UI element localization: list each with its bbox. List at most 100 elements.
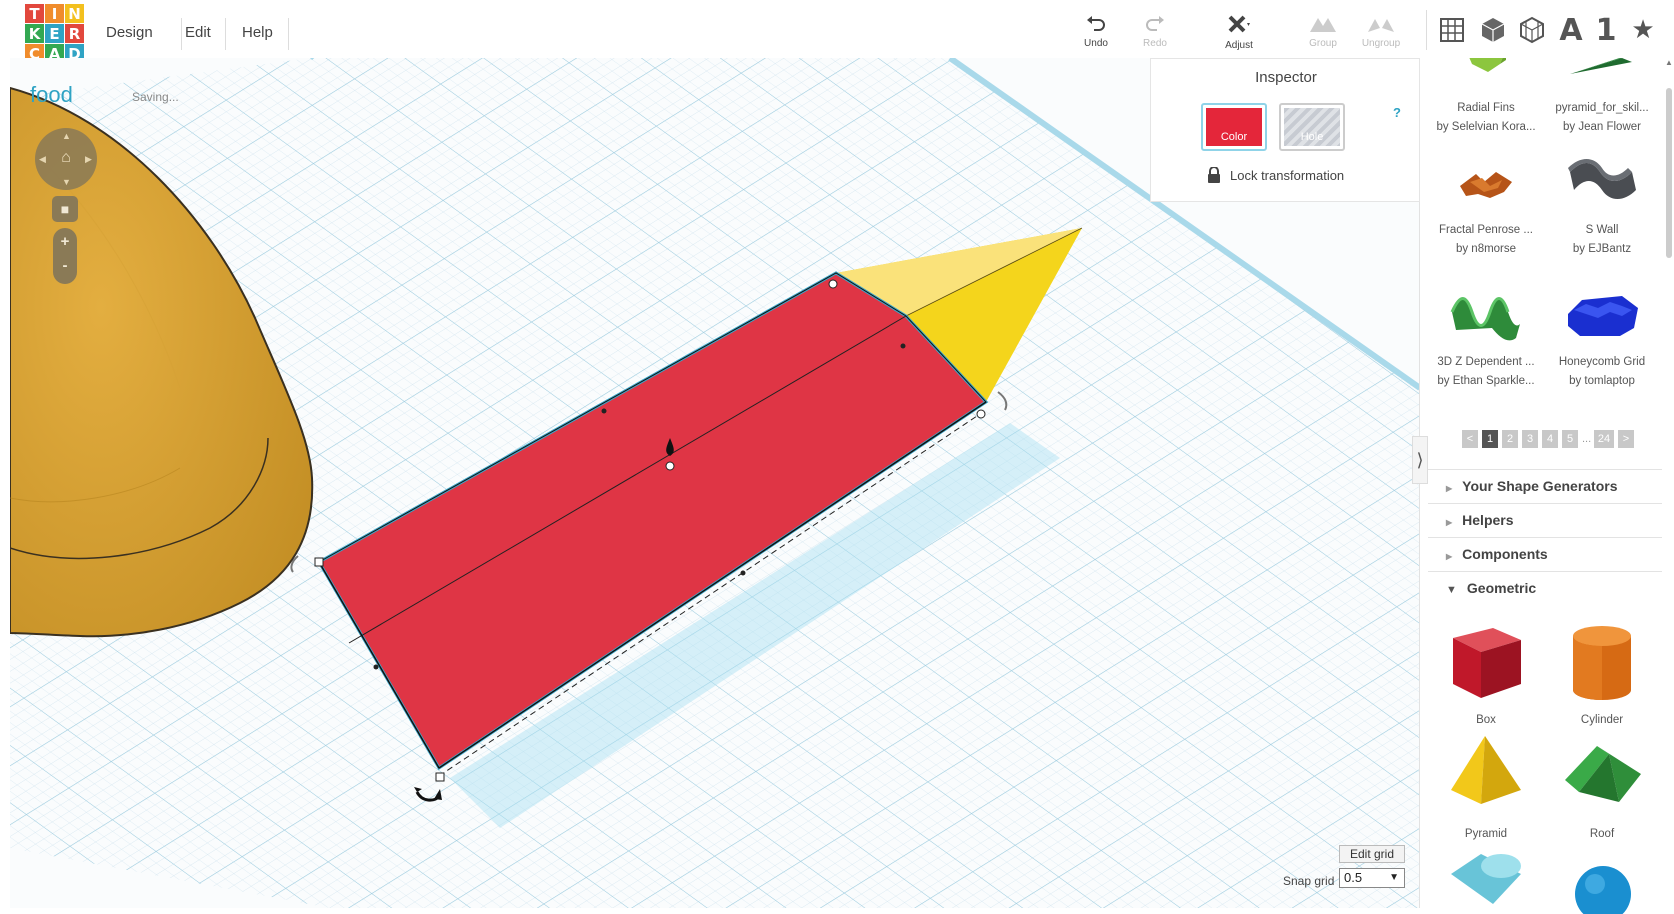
color-swatch[interactable]: Color xyxy=(1201,103,1267,151)
shape-author: by n8morse xyxy=(1455,243,1517,255)
hole-swatch[interactable]: Hole xyxy=(1279,103,1345,151)
shape-name: Roof xyxy=(1589,828,1615,840)
pyramid-thumbnail xyxy=(1451,736,1521,804)
star-icon[interactable]: ★ xyxy=(1627,14,1659,46)
lock-icon xyxy=(1208,167,1220,183)
zoom-in-icon[interactable]: + xyxy=(53,233,77,250)
menu-divider xyxy=(225,18,226,50)
shapes-panel: Radial Fins by Selelvian Kora... pyramid… xyxy=(1428,58,1674,914)
section-shape-generators[interactable]: ▶ Your Shape Generators xyxy=(1428,469,1662,503)
radial-fins-thumbnail xyxy=(1469,58,1506,72)
community-shape-card[interactable]: S Wall by EJBantz xyxy=(1546,152,1658,259)
undo-label: Undo xyxy=(1084,38,1108,49)
number-icon[interactable]: 1 xyxy=(1590,13,1622,48)
adjust-label: Adjust xyxy=(1225,40,1253,51)
ungroup-button[interactable]: Ungroup xyxy=(1355,14,1407,49)
shape-roof[interactable]: Roof xyxy=(1546,728,1658,844)
scroll-up-arrow-icon[interactable]: ▲ xyxy=(1665,58,1673,67)
top-bar: TINKERCAD Design Edit Help Undo Redo Adj… xyxy=(0,0,1674,63)
group-icon xyxy=(1310,18,1336,32)
tinkercad-logo[interactable]: TINKERCAD xyxy=(25,4,85,64)
shape-author: by Jean Flower xyxy=(1563,121,1641,133)
shape-cylinder-hole[interactable] xyxy=(1430,844,1542,914)
s-wall-thumbnail xyxy=(1568,159,1636,199)
shape-name: Fractal Penrose ... xyxy=(1439,224,1533,236)
orbit-control[interactable]: ▲ ▼ ◀ ▶ ⌂ xyxy=(35,128,97,190)
panel-scroll-thumb[interactable] xyxy=(1666,88,1672,258)
community-shape-card[interactable]: Fractal Penrose ... by n8morse xyxy=(1430,152,1542,259)
menu-edit[interactable]: Edit xyxy=(185,24,211,41)
pager-page-button[interactable]: 3 xyxy=(1522,430,1538,448)
shape-box[interactable]: Box xyxy=(1430,614,1542,730)
edit-grid-button[interactable]: Edit grid xyxy=(1339,845,1405,863)
shape-name: pyramid_for_skil... xyxy=(1555,102,1649,114)
logo-letter: T xyxy=(25,4,44,23)
logo-letter: R xyxy=(65,24,84,43)
orbit-left-arrow-icon[interactable]: ◀ xyxy=(39,154,46,165)
shape-sphere[interactable] xyxy=(1546,844,1658,914)
community-shape-card[interactable]: Honeycomb Grid by tomlaptop xyxy=(1546,284,1658,391)
section-geometric[interactable]: ▼ Geometric xyxy=(1428,571,1662,605)
pager-prev-button[interactable]: < xyxy=(1462,430,1478,448)
group-button[interactable]: Group xyxy=(1297,14,1349,49)
roof-thumbnail xyxy=(1565,746,1641,802)
zoom-control[interactable]: + - xyxy=(53,228,77,284)
section-helpers[interactable]: ▶ Helpers xyxy=(1428,503,1662,537)
pager-page-button[interactable]: 4 xyxy=(1542,430,1558,448)
undo-icon xyxy=(1087,16,1105,31)
snap-grid-select[interactable]: 0.5 ▼ xyxy=(1339,868,1405,888)
orbit-up-arrow-icon[interactable]: ▲ xyxy=(62,131,71,141)
sphere-thumbnail xyxy=(1575,866,1631,914)
grid-icon[interactable] xyxy=(1436,14,1468,46)
shape-name: Radial Fins xyxy=(1457,102,1515,114)
zoom-out-icon[interactable]: - xyxy=(53,257,77,274)
shape-author: by Ethan Sparkle... xyxy=(1437,375,1535,387)
box-shape-icon[interactable] xyxy=(1477,14,1509,46)
expand-arrow-icon: ▶ xyxy=(1446,518,1453,527)
pager-page-button[interactable]: 2 xyxy=(1502,430,1518,448)
project-name[interactable]: food xyxy=(30,82,73,108)
shape-cylinder[interactable]: Cylinder xyxy=(1546,614,1658,730)
adjust-button[interactable]: Adjust xyxy=(1213,14,1265,51)
shape-author: by tomlaptop xyxy=(1569,375,1635,387)
tube-thumbnail xyxy=(1451,854,1521,904)
cylinder-thumbnail xyxy=(1573,626,1631,700)
pager-next-button[interactable]: > xyxy=(1618,430,1634,448)
lock-transformation-toggle[interactable]: Lock transformation xyxy=(1207,167,1344,184)
section-label: Your Shape Generators xyxy=(1462,478,1618,494)
pager-ellipsis: ... xyxy=(1582,433,1592,445)
inspector-help-link[interactable]: ? xyxy=(1393,105,1401,120)
toolbar-divider xyxy=(1426,10,1427,50)
menu-help[interactable]: Help xyxy=(242,24,273,41)
text-icon[interactable]: A xyxy=(1555,13,1587,48)
section-components[interactable]: ▶ Components xyxy=(1428,537,1662,571)
wireframe-icon[interactable] xyxy=(1516,14,1548,46)
pager-page-button[interactable]: 5 xyxy=(1562,430,1578,448)
menu-design[interactable]: Design xyxy=(106,24,153,41)
pyramid-for-skill-thumbnail xyxy=(1570,58,1632,74)
panel-scrollbar[interactable]: ▲ xyxy=(1665,58,1673,914)
community-shape-card[interactable]: 3D Z Dependent ... by Ethan Sparkle... xyxy=(1430,284,1542,391)
tinkercad-editor: TINKERCAD Design Edit Help Undo Redo Adj… xyxy=(0,0,1674,914)
orbit-right-arrow-icon[interactable]: ▶ xyxy=(85,154,92,165)
collapse-arrow-icon: ▼ xyxy=(1446,584,1457,596)
home-view-icon[interactable]: ⌂ xyxy=(57,149,75,167)
pagination: < 1 2 3 4 5 ... 24 > xyxy=(1462,430,1634,448)
pager-page-button[interactable]: 1 xyxy=(1482,430,1498,448)
fit-view-cube-icon[interactable]: ■ xyxy=(52,196,78,222)
community-shape-card[interactable]: pyramid_for_skil... by Jean Flower xyxy=(1546,58,1658,137)
fractal-penrose-thumbnail xyxy=(1460,172,1512,198)
undo-button[interactable]: Undo xyxy=(1070,14,1122,49)
section-label: Components xyxy=(1462,546,1548,562)
redo-button[interactable]: Redo xyxy=(1129,14,1181,49)
box-thumbnail xyxy=(1453,628,1521,698)
save-status: Saving... xyxy=(132,90,179,104)
panel-collapse-toggle[interactable]: ⟩ xyxy=(1412,436,1428,484)
shape-pyramid[interactable]: Pyramid xyxy=(1430,728,1542,844)
color-label: Color xyxy=(1206,108,1262,146)
expand-arrow-icon: ▶ xyxy=(1446,484,1453,493)
orbit-down-arrow-icon[interactable]: ▼ xyxy=(62,177,71,187)
pager-last-button[interactable]: 24 xyxy=(1594,430,1614,448)
community-shape-card[interactable]: Radial Fins by Selelvian Kora... xyxy=(1430,58,1542,137)
chevron-down-icon: ▼ xyxy=(1389,872,1399,883)
